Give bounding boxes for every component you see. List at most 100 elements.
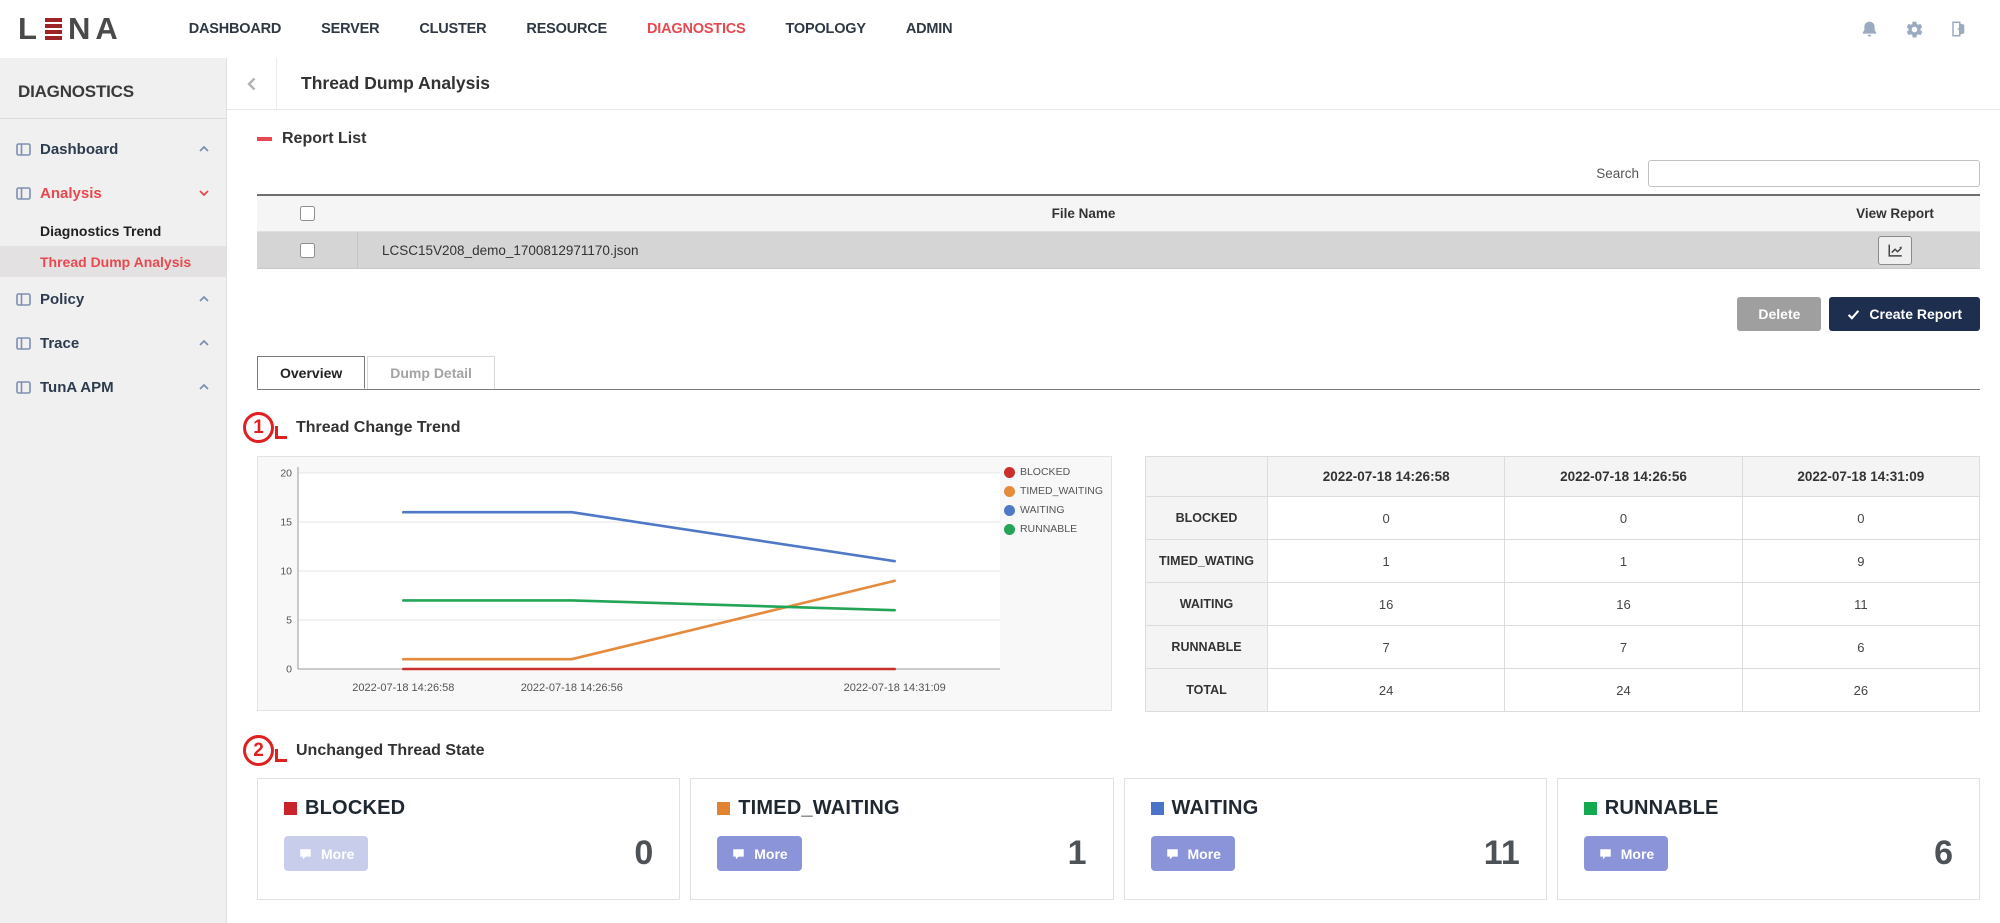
sidebar-item-label: Policy <box>40 291 84 308</box>
chart-legend: BLOCKED TIMED_WAITING WAITING RUNNA <box>1004 466 1103 535</box>
select-all-checkbox[interactable] <box>300 206 315 221</box>
page-header: Thread Dump Analysis <box>227 58 2000 110</box>
sidebar-title: DIAGNOSTICS <box>0 58 226 119</box>
sidebar: DIAGNOSTICS Dashboard Analysis Diagnosti… <box>0 58 227 923</box>
svg-text:5: 5 <box>286 615 292 627</box>
unchanged-thread-state-heading: 2 Unchanged Thread State <box>257 735 1980 766</box>
report-list-table: File Name View Report LCSC15V208_demo_17… <box>257 194 1980 269</box>
report-table-header: File Name View Report <box>257 196 1980 232</box>
chevron-left-icon <box>247 77 256 91</box>
more-button[interactable]: More <box>1151 836 1235 871</box>
sidebar-item-trace[interactable]: Trace <box>0 321 226 365</box>
sidebar-item-policy[interactable]: Policy <box>0 277 226 321</box>
tabs: Overview Dump Detail <box>257 356 1980 390</box>
timestamp-column-header: 2022-07-18 14:26:56 <box>1505 457 1742 497</box>
svg-text:0: 0 <box>286 664 292 676</box>
blocked-count: 0 <box>634 834 653 873</box>
table-row-total: TOTAL 24 24 26 <box>1146 669 1980 712</box>
check-icon <box>1847 308 1860 321</box>
legend-item-blocked: BLOCKED <box>1004 466 1103 478</box>
red-corner-icon <box>275 426 287 439</box>
sidebar-item-thread-dump-analysis[interactable]: Thread Dump Analysis <box>0 246 226 277</box>
table-row: LCSC15V208_demo_1700812971170.json <box>257 232 1980 269</box>
chevron-up-icon <box>198 383 210 391</box>
unchanged-thread-cards: BLOCKED More 0 TIMED_WAITING <box>257 778 1980 900</box>
search-row: Search <box>257 160 1980 187</box>
svg-text:10: 10 <box>280 566 292 578</box>
waiting-count: 11 <box>1484 834 1520 873</box>
tab-dump-detail[interactable]: Dump Detail <box>367 356 495 389</box>
layout-panel-icon <box>16 381 31 394</box>
legend-dot-icon <box>1004 505 1015 516</box>
chevron-up-icon <box>198 295 210 303</box>
view-report-button[interactable] <box>1878 236 1912 265</box>
sidebar-item-dashboard[interactable]: Dashboard <box>0 127 226 171</box>
search-input[interactable] <box>1648 160 1980 187</box>
card-runnable: RUNNABLE More 6 <box>1557 778 1980 900</box>
nav-diagnostics[interactable]: DIAGNOSTICS <box>647 21 746 37</box>
sidebar-item-label: Dashboard <box>40 141 118 158</box>
more-button[interactable]: More <box>717 836 801 871</box>
collapse-sidebar-button[interactable] <box>227 58 277 110</box>
trend-line-chart: 051015202022-07-18 14:26:582022-07-18 14… <box>258 457 1111 710</box>
timestamp-column-header: 2022-07-18 14:31:09 <box>1742 457 1979 497</box>
sidebar-item-analysis[interactable]: Analysis <box>0 171 226 215</box>
search-label: Search <box>1596 166 1639 181</box>
table-row-timed-waiting: TIMED_WATING 1 1 9 <box>1146 540 1980 583</box>
timed-waiting-count: 1 <box>1068 834 1087 873</box>
svg-text:20: 20 <box>280 468 292 480</box>
logo-e-bars-icon <box>45 18 62 40</box>
speech-bubble-icon <box>298 847 313 861</box>
table-corner-cell <box>1146 457 1268 497</box>
gear-icon[interactable] <box>1905 20 1924 39</box>
legend-dot-icon <box>1004 467 1015 478</box>
legend-item-timed-waiting: TIMED_WAITING <box>1004 485 1103 497</box>
more-button[interactable]: More <box>1584 836 1668 871</box>
report-actions: Delete Create Report <box>257 297 1980 331</box>
card-blocked: BLOCKED More 0 <box>257 778 680 900</box>
sidebar-item-diagnostics-trend[interactable]: Diagnostics Trend <box>0 215 226 246</box>
tab-overview[interactable]: Overview <box>257 356 365 389</box>
legend-item-runnable: RUNNABLE <box>1004 523 1103 535</box>
row-checkbox[interactable] <box>300 243 315 258</box>
line-chart-icon <box>1887 243 1904 258</box>
layout-panel-icon <box>16 187 31 200</box>
speech-bubble-icon <box>1598 847 1613 861</box>
state-color-square <box>284 802 297 815</box>
speech-bubble-icon <box>731 847 746 861</box>
nav-admin[interactable]: ADMIN <box>906 21 953 37</box>
annotation-circle-2: 2 <box>243 735 274 766</box>
main-nav: DASHBOARD SERVER CLUSTER RESOURCE DIAGNO… <box>189 21 953 37</box>
legend-dot-icon <box>1004 486 1015 497</box>
top-bar: L NA DASHBOARD SERVER CLUSTER RESOURCE D… <box>0 0 2000 58</box>
nav-resource[interactable]: RESOURCE <box>526 21 607 37</box>
speech-bubble-icon <box>1165 847 1180 861</box>
logout-door-icon[interactable] <box>1950 20 1968 38</box>
nav-server[interactable]: SERVER <box>321 21 379 37</box>
nav-dashboard[interactable]: DASHBOARD <box>189 21 281 37</box>
nav-cluster[interactable]: CLUSTER <box>419 21 486 37</box>
more-button[interactable]: More <box>284 836 368 871</box>
timestamp-column-header: 2022-07-18 14:26:58 <box>1268 457 1505 497</box>
nav-topology[interactable]: TOPOLOGY <box>786 21 866 37</box>
column-view-report: View Report <box>1810 206 1980 221</box>
card-timed-waiting: TIMED_WAITING More 1 <box>690 778 1113 900</box>
red-corner-icon <box>275 749 287 762</box>
sidebar-item-label: Trace <box>40 335 79 352</box>
create-report-button[interactable]: Create Report <box>1829 297 1980 331</box>
sidebar-item-tuna-apm[interactable]: TunA APM <box>0 365 226 409</box>
card-waiting: WAITING More 11 <box>1124 778 1547 900</box>
file-name-cell: LCSC15V208_demo_1700812971170.json <box>357 232 1810 268</box>
thread-change-trend-heading: 1 Thread Change Trend <box>257 412 1980 443</box>
chevron-up-icon <box>198 145 210 153</box>
state-color-square <box>1151 802 1164 815</box>
bell-icon[interactable] <box>1860 20 1879 39</box>
runnable-count: 6 <box>1934 834 1953 873</box>
sidebar-subitem-label: Diagnostics Trend <box>40 223 161 239</box>
delete-button[interactable]: Delete <box>1737 297 1821 331</box>
layout-panel-icon <box>16 337 31 350</box>
report-list-heading: Report List <box>257 130 1980 148</box>
top-icons <box>1860 20 1968 39</box>
legend-item-waiting: WAITING <box>1004 504 1103 516</box>
thread-state-table: 2022-07-18 14:26:58 2022-07-18 14:26:56 … <box>1145 456 1980 712</box>
